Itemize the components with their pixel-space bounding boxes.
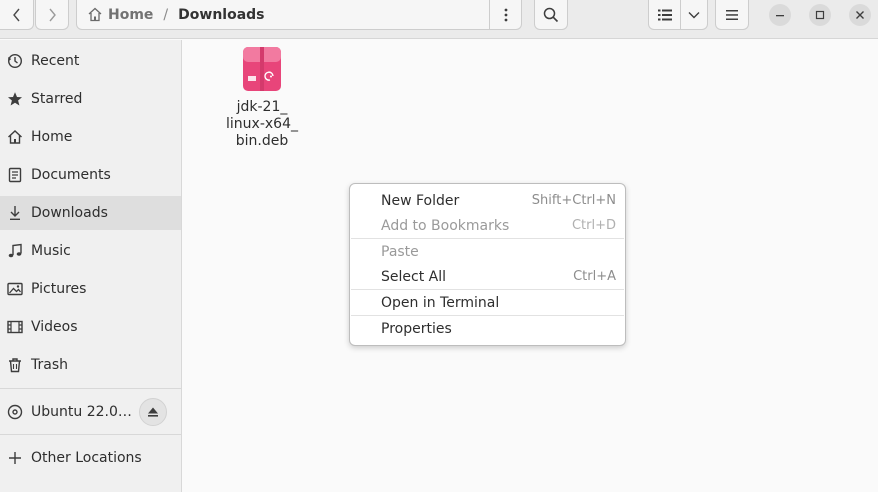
sidebar-item-recent[interactable]: Recent [0, 44, 181, 78]
sidebar-item-ubuntu-volume[interactable]: Ubuntu 22.0… [0, 395, 181, 429]
view-toggle-button[interactable] [648, 0, 681, 30]
download-icon [7, 205, 23, 221]
path-bar: Home / Downloads [76, 0, 522, 30]
list-view-icon [657, 9, 672, 20]
close-icon [856, 11, 864, 19]
hamburger-icon [726, 9, 738, 20]
clock-icon [7, 53, 23, 69]
menu-item-select-all[interactable]: Select All Ctrl+A [350, 264, 625, 289]
menu-item-shortcut: Shift+Ctrl+N [531, 193, 616, 208]
sidebar-item-label: Home [31, 129, 73, 145]
menu-item-label: Select All [381, 268, 446, 285]
sidebar-item-label: Recent [31, 53, 80, 69]
sidebar: Recent Starred Home Documents Downloads … [0, 40, 182, 492]
file-name: jdk-21_ linux-x64_ bin.deb [222, 99, 302, 150]
sidebar-item-starred[interactable]: Starred [0, 82, 181, 116]
menu-item-label: Open in Terminal [381, 294, 500, 311]
maximize-button[interactable] [809, 4, 831, 26]
music-icon [7, 243, 23, 259]
picture-icon [7, 281, 23, 297]
forward-button[interactable] [35, 0, 69, 30]
sidebar-item-label: Documents [31, 167, 111, 183]
menu-item-label: New Folder [381, 192, 460, 209]
menu-item-label: Paste [381, 243, 419, 260]
menu-item-shortcut: Ctrl+A [573, 269, 616, 284]
chevron-down-icon [688, 11, 700, 18]
eject-button[interactable] [139, 398, 167, 426]
file-item[interactable]: jdk-21_ linux-x64_ bin.deb [222, 46, 302, 156]
view-options-dropdown[interactable] [680, 0, 708, 30]
path-home-label: Home [108, 6, 154, 23]
sidebar-item-label: Music [31, 243, 71, 259]
sidebar-item-label: Videos [31, 319, 78, 335]
home-icon [88, 7, 102, 22]
minimize-button[interactable] [769, 4, 791, 26]
path-menu-button[interactable] [489, 0, 521, 29]
file-name-line: bin.deb [235, 133, 289, 149]
menu-item-add-to-bookmarks: Add to Bookmarks Ctrl+D [350, 213, 625, 238]
search-icon [543, 7, 559, 22]
sidebar-item-label: Ubuntu 22.0… [31, 404, 132, 420]
chevron-right-icon [49, 8, 56, 21]
back-button[interactable] [0, 0, 34, 30]
menu-item-shortcut: Ctrl+D [571, 218, 616, 233]
menu-item-properties[interactable]: Properties [350, 316, 625, 341]
menu-item-label: Properties [381, 320, 452, 337]
sidebar-item-label: Pictures [31, 281, 87, 297]
file-name-line: linux-x64_ [226, 116, 298, 132]
menu-item-open-in-terminal[interactable]: Open in Terminal [350, 290, 625, 315]
sidebar-item-trash[interactable]: Trash [0, 348, 181, 382]
document-icon [7, 167, 23, 183]
search-button[interactable] [534, 0, 568, 30]
sidebar-item-home[interactable]: Home [0, 120, 181, 154]
menu-item-label: Add to Bookmarks [381, 217, 510, 234]
chevron-left-icon [12, 8, 20, 21]
menu-item-paste: Paste [350, 239, 625, 264]
path-separator: / [163, 6, 169, 23]
header-bar: Home / Downloads [0, 0, 878, 39]
path-home-button[interactable]: Home [77, 0, 153, 29]
main-menu-button[interactable] [715, 0, 749, 30]
video-icon [7, 319, 23, 335]
sidebar-item-label: Other Locations [31, 450, 142, 466]
sidebar-item-videos[interactable]: Videos [0, 310, 181, 344]
sidebar-separator [0, 388, 181, 389]
sidebar-item-pictures[interactable]: Pictures [0, 272, 181, 306]
sidebar-item-label: Downloads [31, 205, 108, 221]
file-name-line: jdk-21_ [236, 99, 288, 115]
deb-package-icon [243, 47, 281, 91]
close-button[interactable] [849, 4, 871, 26]
menu-item-new-folder[interactable]: New Folder Shift+Ctrl+N [350, 188, 625, 213]
sidebar-item-documents[interactable]: Documents [0, 158, 181, 192]
sidebar-item-music[interactable]: Music [0, 234, 181, 268]
trash-icon [7, 357, 23, 373]
sidebar-separator [0, 434, 181, 435]
sidebar-item-label: Trash [31, 357, 68, 373]
disc-icon [7, 404, 23, 420]
vertical-dots-icon [504, 8, 507, 21]
sidebar-item-other-locations[interactable]: Other Locations [0, 441, 181, 475]
eject-icon [148, 407, 158, 417]
plus-icon [7, 450, 23, 466]
sidebar-item-downloads[interactable]: Downloads [0, 196, 181, 230]
sidebar-item-label: Starred [31, 91, 83, 107]
path-current-folder[interactable]: Downloads [178, 7, 264, 23]
star-icon [7, 91, 23, 107]
minimize-icon [776, 15, 784, 17]
maximize-icon [815, 10, 825, 20]
home-icon [7, 129, 23, 145]
context-menu: New Folder Shift+Ctrl+N Add to Bookmarks… [349, 183, 626, 346]
